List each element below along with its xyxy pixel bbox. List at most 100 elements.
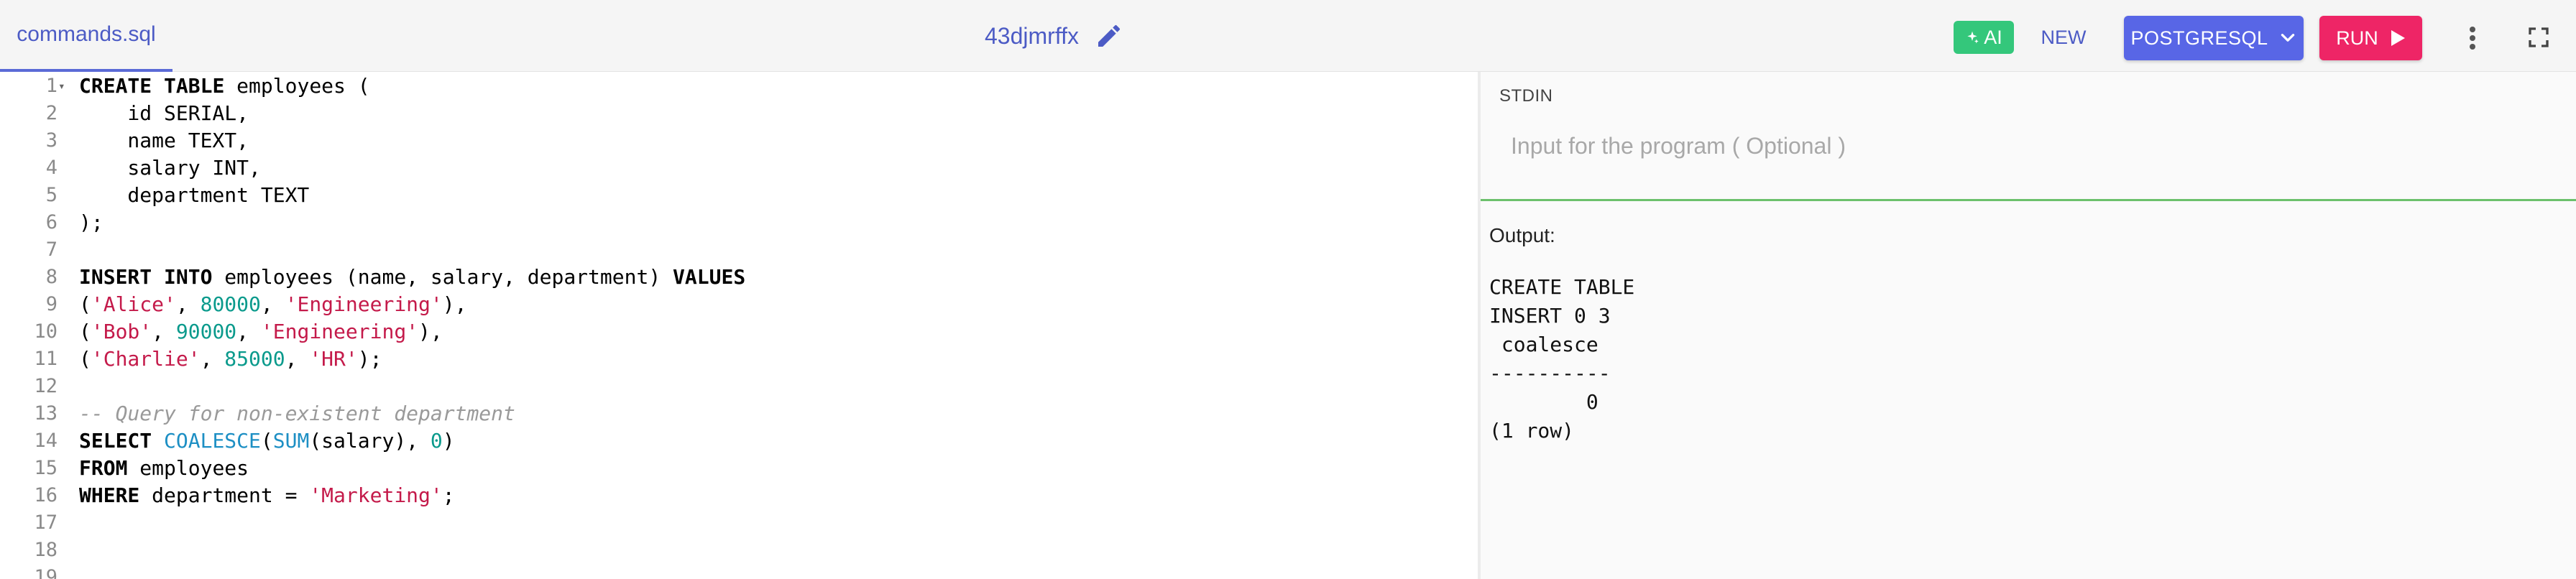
code-line[interactable]: 17 <box>0 509 1478 537</box>
line-number: 4 <box>45 157 58 179</box>
code-line[interactable]: 5 department TEXT <box>0 182 1478 209</box>
code-token: , <box>260 292 285 316</box>
top-toolbar: commands.sql 43djmrffx AI NEW POSTGRESQL… <box>0 0 2576 72</box>
code-token: , <box>236 320 261 343</box>
code-line[interactable]: 3 name TEXT, <box>0 127 1478 154</box>
code-token: ); <box>357 347 382 371</box>
fold-arrow-icon[interactable]: ▾ <box>58 73 65 100</box>
code-text: ('Charlie', 85000, 'HR'); <box>79 346 382 373</box>
line-number: 8 <box>45 266 58 288</box>
line-number: 15 <box>34 457 58 479</box>
code-token: department = <box>139 483 310 507</box>
code-editor[interactable]: 1 ▾ CREATE TABLE employees (2 id SERIAL, 3 … <box>0 72 1478 579</box>
code-line[interactable]: 12 <box>0 373 1478 400</box>
code-token: 'Charlie' <box>91 347 201 371</box>
code-line[interactable]: 13 -- Query for non-existent department <box>0 400 1478 427</box>
code-text: name TEXT, <box>79 127 249 154</box>
more-options-button[interactable] <box>2458 20 2487 56</box>
code-token: ( <box>79 320 91 343</box>
line-number: 9 <box>45 293 58 315</box>
code-token: 80000 <box>200 292 261 316</box>
line-number: 14 <box>34 430 58 452</box>
output-label: Output: <box>1489 224 1555 246</box>
code-token: COALESCE <box>164 429 261 453</box>
output-line: (1 row) <box>1489 419 1575 443</box>
output-pane: Output: CREATE TABLE INSERT 0 3 coalesce -… <box>1481 201 2576 579</box>
ai-button[interactable]: AI <box>1954 21 2014 54</box>
code-token: 0 <box>430 429 443 453</box>
code-line[interactable]: 16 WHERE department = 'Marketing'; <box>0 482 1478 509</box>
code-line[interactable]: 14 SELECT COALESCE(SUM(salary), 0) <box>0 427 1478 455</box>
code-line[interactable]: 15 FROM employees <box>0 455 1478 482</box>
tab-commands-sql[interactable]: commands.sql <box>0 0 172 72</box>
run-button[interactable]: RUN <box>2319 16 2422 60</box>
code-text: WHERE department = 'Marketing'; <box>79 482 455 509</box>
code-token: 'Engineering' <box>260 320 419 343</box>
code-text: FROM employees <box>79 455 249 482</box>
new-button[interactable]: NEW <box>2031 21 2096 54</box>
output-line: coalesce <box>1489 333 1598 356</box>
code-token: -- Query for non-existent department <box>79 402 515 425</box>
code-token: ; <box>442 483 455 507</box>
code-token: 90000 <box>175 320 237 343</box>
code-token: ( <box>260 429 273 453</box>
project-name-text: 43djmrffx <box>985 22 1080 49</box>
code-text: CREATE TABLE employees ( <box>79 73 370 100</box>
code-token: , <box>200 347 225 371</box>
line-number: 7 <box>45 238 58 261</box>
stdin-input[interactable] <box>1509 124 2547 168</box>
pencil-icon[interactable] <box>1095 22 1123 50</box>
code-line[interactable]: 6); <box>0 209 1478 236</box>
code-token: WHERE <box>79 483 140 507</box>
line-number: 6 <box>45 211 58 233</box>
code-token: employees <box>127 456 249 480</box>
code-token: ) <box>442 429 455 453</box>
run-button-label: RUN <box>2336 27 2378 49</box>
line-number: 10 <box>34 320 58 343</box>
code-line[interactable]: 9 ('Alice', 80000, 'Engineering'), <box>0 291 1478 318</box>
line-number: 16 <box>34 484 58 506</box>
code-token: salary INT, <box>79 156 261 180</box>
code-token: name TEXT, <box>79 129 249 152</box>
code-token: , <box>152 320 176 343</box>
language-label: POSTGRESQL <box>2130 27 2268 49</box>
code-token: , <box>175 292 201 316</box>
new-button-label: NEW <box>2041 26 2087 48</box>
language-select-button[interactable]: POSTGRESQL <box>2124 16 2304 60</box>
code-text: id SERIAL, <box>79 100 249 127</box>
code-token: ( <box>79 292 91 316</box>
code-line[interactable]: 2 id SERIAL, <box>0 100 1478 127</box>
code-token: 'Engineering' <box>285 292 443 316</box>
code-text: -- Query for non-existent department <box>79 400 515 427</box>
code-token: employees (name, salary, department) <box>212 265 673 289</box>
code-line[interactable]: 7 <box>0 236 1478 264</box>
code-line[interactable]: 8 INSERT INTO employees (name, salary, de… <box>0 264 1478 291</box>
line-number: 11 <box>34 348 58 370</box>
code-line[interactable]: 18 <box>0 537 1478 564</box>
code-line[interactable]: 11 ('Charlie', 85000, 'HR'); <box>0 346 1478 373</box>
code-token: (salary), <box>309 429 431 453</box>
line-number: 13 <box>34 402 58 425</box>
file-tab-label: commands.sql <box>17 22 156 46</box>
output-line: CREATE TABLE <box>1489 275 1635 299</box>
code-token: 'Marketing' <box>309 483 443 507</box>
code-token: ( <box>79 347 91 371</box>
code-line[interactable]: 10 ('Bob', 90000, 'Engineering'), <box>0 318 1478 346</box>
code-text: ); <box>79 209 104 236</box>
play-icon <box>2391 30 2405 46</box>
stdin-pane: STDIN <box>1481 72 2576 201</box>
line-number: 17 <box>34 511 58 534</box>
code-line[interactable]: 1 ▾ CREATE TABLE employees ( <box>0 73 1478 100</box>
line-number: 19 <box>34 566 58 579</box>
code-line[interactable]: 4 salary INT, <box>0 154 1478 182</box>
fullscreen-button[interactable] <box>2523 22 2554 53</box>
line-number: 18 <box>34 539 58 561</box>
code-line[interactable]: 19 <box>0 564 1478 579</box>
code-token: ); <box>79 210 104 234</box>
code-token: ), <box>442 292 467 316</box>
sparkle-icon <box>1967 31 1979 44</box>
code-token: 'Alice' <box>91 292 176 316</box>
code-token: , <box>285 347 310 371</box>
